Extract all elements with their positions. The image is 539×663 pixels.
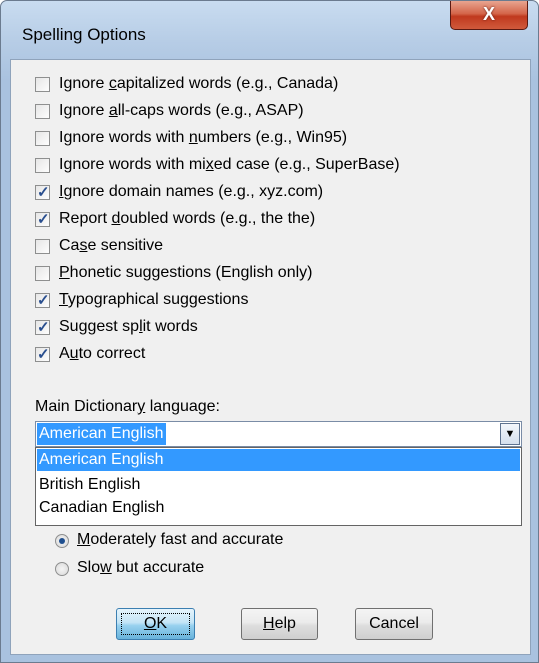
option-label: Suggest split words [59, 318, 198, 335]
checkbox-box[interactable]: ✓ [35, 211, 50, 228]
radio-label: Slow but accurate [77, 559, 205, 576]
checkmark-icon: ✓ [37, 211, 50, 228]
option-label: Ignore all-caps words (e.g., ASAP) [59, 102, 304, 119]
language-option[interactable]: Canadian English [37, 497, 520, 519]
checkmark-icon: ✓ [37, 292, 50, 309]
option-label: Typographical suggestions [59, 291, 249, 308]
checkbox-box[interactable] [35, 77, 50, 92]
checkbox-box[interactable]: ✓ [35, 346, 50, 363]
dialog-body: Ignore capitalized words (e.g., Canada) … [10, 59, 531, 655]
checkbox-box[interactable] [35, 131, 50, 146]
language-dropdown-list: American English British English Canadia… [35, 447, 522, 526]
checkmark-icon: ✓ [37, 319, 50, 336]
option-label: Report doubled words (e.g., the the) [59, 210, 316, 227]
close-icon: X [482, 4, 495, 24]
checkbox-box[interactable]: ✓ [35, 292, 50, 309]
close-button[interactable]: X [450, 1, 528, 30]
title-bar: Spelling Options X [1, 1, 538, 59]
checkbox-box[interactable] [35, 104, 50, 119]
radio-button[interactable] [55, 562, 69, 576]
option-label: Auto correct [59, 345, 146, 362]
main-dictionary-language-label: Main Dictionary language: [35, 398, 220, 415]
radio-label: Moderately fast and accurate [77, 531, 284, 548]
language-option[interactable]: American English [37, 449, 520, 471]
focus-rect [121, 613, 190, 635]
option-label: Ignore capitalized words (e.g., Canada) [59, 75, 339, 92]
option-label: Case sensitive [59, 237, 164, 254]
checkbox-box[interactable] [35, 239, 50, 254]
checkbox-box[interactable] [35, 158, 50, 173]
checkmark-icon: ✓ [37, 184, 50, 201]
help-button[interactable]: Help [241, 608, 318, 640]
radio-selected-dot [59, 538, 65, 544]
language-select[interactable]: American English ▼ [35, 421, 522, 447]
language-option[interactable]: British English [37, 474, 520, 496]
cancel-button[interactable]: Cancel [355, 608, 433, 640]
option-label: Ignore words with mixed case (e.g., Supe… [59, 156, 400, 173]
ok-button[interactable]: OK [116, 608, 195, 640]
checkbox-box[interactable]: ✓ [35, 184, 50, 201]
checkbox-box[interactable]: ✓ [35, 319, 50, 336]
checkmark-icon: ✓ [37, 346, 50, 363]
option-label: Phonetic suggestions (English only) [59, 264, 313, 281]
dialog-title: Spelling Options [22, 25, 146, 44]
checkbox-box[interactable] [35, 266, 50, 281]
chevron-down-icon[interactable]: ▼ [500, 423, 520, 445]
option-label: Ignore words with numbers (e.g., Win95) [59, 129, 348, 146]
language-select-value: American English [37, 423, 166, 445]
option-label: Ignore domain names (e.g., xyz.com) [59, 183, 324, 200]
spelling-options-dialog: Spelling Options X Ignore capitalized wo… [0, 0, 539, 663]
radio-button[interactable] [55, 534, 69, 548]
